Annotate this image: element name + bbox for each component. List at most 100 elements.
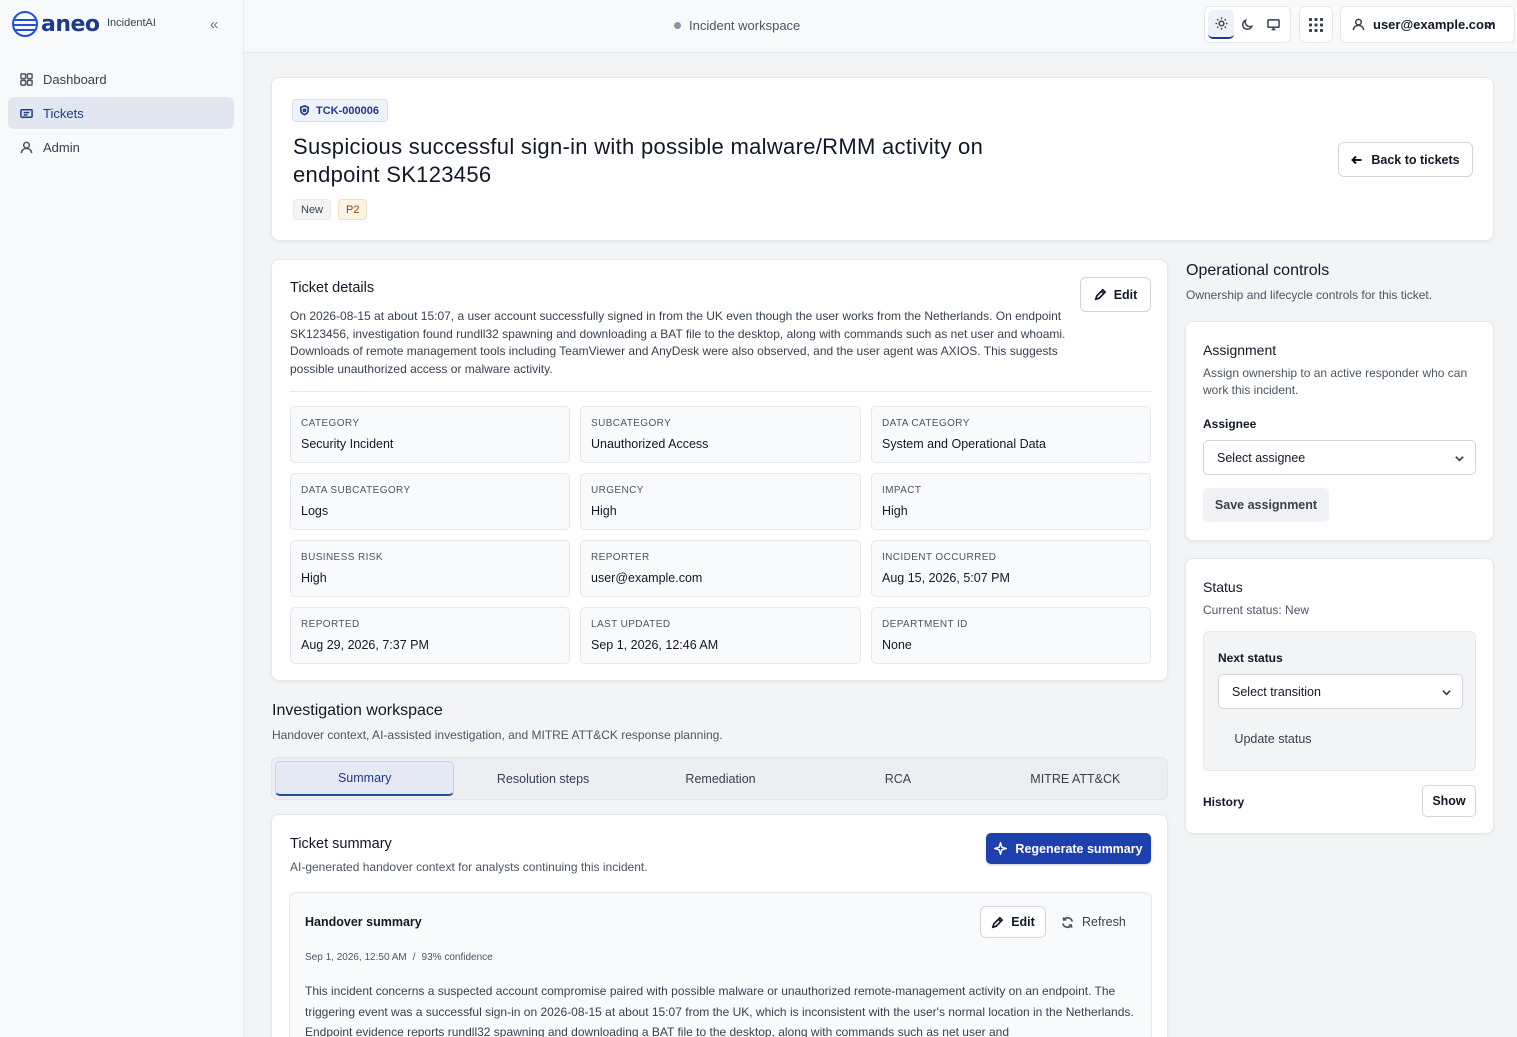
sidebar-item-label: Tickets [43,105,84,121]
ticket-details-title: Ticket details [290,280,375,296]
back-to-tickets-button[interactable]: Back to tickets [1338,142,1473,177]
field-label: DATA SUBCATEGORY [301,485,411,496]
sparkle-icon [994,842,1008,855]
globe-logo-icon [12,11,38,37]
ticket-details-card: Ticket details Edit On 2026-08-15 at abo… [271,259,1168,681]
edit-label: Edit [1113,287,1138,302]
ticket-header-card: TCK-000006 Suspicious successful sign-in… [271,77,1494,241]
ticket-id-badge: TCK-000006 [292,99,388,122]
field-label: INCIDENT OCCURRED [882,552,997,563]
field-label: REPORTER [591,552,650,563]
page-title: Suspicious successful sign-in with possi… [293,134,984,187]
handover-timestamp: Sep 1, 2026, 12:50 AM [305,952,407,963]
meta-separator: / [412,952,416,963]
transition-select[interactable]: Select transition [1218,674,1463,709]
sidebar-item-label: Admin [43,139,80,155]
assignee-label: Assignee [1203,417,1257,431]
field-value: Aug 29, 2026, 7:37 PM [301,638,429,652]
save-assignment-button[interactable]: Save assignment [1203,488,1329,522]
divider [290,391,1151,392]
status-title: Status [1203,579,1243,595]
field-value: Aug 15, 2026, 5:07 PM [882,571,1010,585]
arrow-left-icon [1351,155,1362,164]
field-label: IMPACT [882,485,922,496]
ticket-summary-subtitle: AI-generated handover context for analys… [290,860,648,874]
field-label: DEPARTMENT ID [882,619,968,630]
sidebar-item-dashboard[interactable]: Dashboard [8,63,234,95]
tab-remediation[interactable]: Remediation [632,761,809,796]
regenerate-summary-label: Regenerate summary [1015,841,1143,856]
sidebar-item-admin[interactable]: Admin [8,131,234,163]
field-reported: REPORTED Aug 29, 2026, 7:37 PM [290,607,570,664]
field-label: LAST UPDATED [591,619,671,630]
field-value: user@example.com [591,571,703,585]
ticket-summary-card: Ticket summary AI-generated handover con… [271,814,1168,1037]
status-card: Status Current status: New Next status S… [1185,558,1494,834]
app-launcher-button[interactable] [1299,6,1333,43]
update-status-button[interactable]: Update status [1218,722,1328,756]
field-label: SUBCATEGORY [591,418,672,429]
field-value: High [301,571,327,585]
assignment-subtitle: Assign ownership to an active responder … [1203,366,1468,397]
handover-summary-title: Handover summary [305,915,422,929]
field-urgency: URGENCY High [580,473,861,530]
edit-details-button[interactable]: Edit [1080,277,1151,312]
field-subcategory: SUBCATEGORY Unauthorized Access [580,406,861,463]
field-label: DATA CATEGORY [882,418,970,429]
field-value: Unauthorized Access [591,437,709,451]
show-history-button[interactable]: Show [1422,785,1476,817]
chevron-down-icon [1484,23,1493,29]
field-value: Security Incident [301,437,394,451]
user-email: user@example.com [1373,17,1496,32]
light-theme-button[interactable] [1208,10,1235,39]
field-impact: IMPACT High [871,473,1151,530]
field-department-id: DEPARTMENT ID None [871,607,1151,664]
topbar: Incident workspace user@example.com [244,0,1517,53]
investigation-title: Investigation workspace [272,702,443,719]
workspace-label: Incident workspace [689,18,801,33]
dark-theme-button[interactable] [1234,10,1260,39]
field-category: CATEGORY Security Incident [290,406,570,463]
tab-mitre-attack[interactable]: MITRE ATT&CK [987,761,1164,796]
investigation-subtitle: Handover context, AI-assisted investigat… [272,728,723,742]
edit-label: Edit [1011,915,1035,929]
handover-summary-text: This incident concerns a suspected accou… [305,984,1134,1037]
next-status-label: Next status [1218,651,1283,665]
app-name: IncidentAI [107,17,156,29]
field-label: REPORTED [301,619,360,630]
operational-controls-subtitle: Ownership and lifecycle controls for thi… [1186,288,1433,302]
tab-rca[interactable]: RCA [809,761,986,796]
field-value: High [591,504,617,518]
edit-summary-button[interactable]: Edit [980,906,1046,938]
ticket-summary-title: Ticket summary [290,836,392,852]
chevron-down-icon [1442,690,1451,696]
ticket-badges: New P2 [293,199,374,220]
tab-summary[interactable]: Summary [275,761,455,796]
ticket-id: TCK-000006 [316,104,379,117]
collapse-sidebar-icon[interactable]: « [210,16,218,33]
brand-name: aneo [41,11,100,37]
assignee-select-value: Select assignee [1217,450,1306,465]
sidebar-nav: Dashboard Tickets Admin [8,63,234,165]
refresh-summary-button[interactable]: Refresh [1061,906,1137,938]
field-value: System and Operational Data [882,437,1046,451]
theme-switcher [1204,6,1291,43]
user-icon [1352,18,1365,31]
status-badge: New [293,199,332,220]
ticket-description: On 2026-08-15 at about 15:07, a user acc… [290,309,1066,376]
assignee-select[interactable]: Select assignee [1203,440,1476,475]
brand-logo[interactable]: aneo [12,10,100,38]
field-business-risk: BUSINESS RISK High [290,540,570,597]
sun-icon [1215,17,1228,30]
current-status: Current status: New [1203,603,1310,617]
tab-resolution-steps[interactable]: Resolution steps [454,761,631,796]
sidebar-item-tickets[interactable]: Tickets [8,97,234,129]
field-value: None [882,638,912,652]
field-value: High [882,504,908,518]
user-menu-button[interactable]: user@example.com [1340,6,1515,43]
pencil-icon [991,916,1004,928]
system-theme-button[interactable] [1261,10,1287,39]
regenerate-summary-button[interactable]: Regenerate summary [986,833,1151,864]
field-label: CATEGORY [301,418,360,429]
investigation-tabs: Summary Resolution steps Remediation RCA… [271,757,1168,800]
